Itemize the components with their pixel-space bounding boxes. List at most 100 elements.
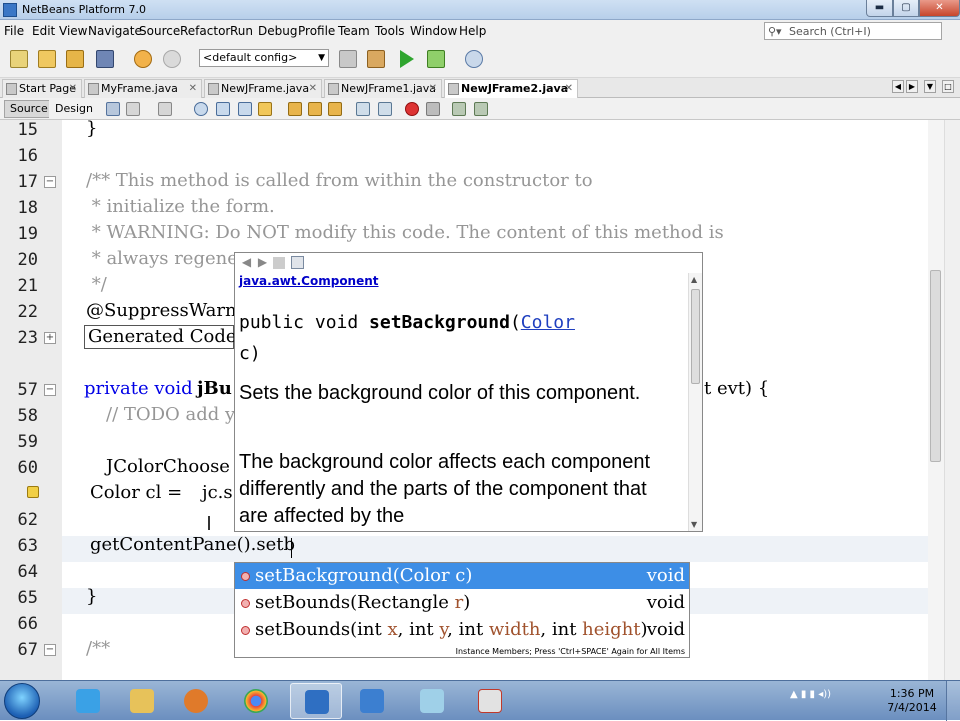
tab-newjframe1[interactable]: NewJFrame1.java ✕ <box>324 79 442 98</box>
back-icon[interactable] <box>126 102 140 116</box>
shift-right-icon[interactable] <box>378 102 392 116</box>
javadoc-class-link[interactable]: java.awt.Component <box>239 274 379 288</box>
completion-item[interactable]: setBounds(Rectangle r) void <box>235 590 689 616</box>
maximize-editor-icon[interactable]: □ <box>942 80 954 93</box>
debug-icon[interactable] <box>427 50 445 68</box>
editor-tab-bar: Start Page ✕ MyFrame.java ✕ NewJFrame.ja… <box>0 78 960 98</box>
uncomment-icon[interactable] <box>474 102 488 116</box>
menu-run[interactable]: Run <box>230 24 253 38</box>
open-project-icon[interactable] <box>66 50 84 68</box>
javadoc-browser-icon[interactable] <box>273 257 285 269</box>
menu-debug[interactable]: Debug <box>258 24 297 38</box>
javadoc-back-icon[interactable]: ◀ <box>239 255 254 270</box>
run-icon[interactable] <box>400 50 414 68</box>
clean-build-icon[interactable] <box>367 50 385 68</box>
completion-item[interactable]: setBounds(int x, int y, int width, int h… <box>235 617 689 643</box>
save-all-icon[interactable] <box>96 50 114 68</box>
close-tab-icon[interactable]: ✕ <box>69 80 77 98</box>
find-icon[interactable] <box>194 102 208 116</box>
tab-newjframe[interactable]: NewJFrame.java ✕ <box>204 79 322 98</box>
menu-window[interactable]: Window <box>410 24 457 38</box>
close-tab-icon[interactable]: ✕ <box>189 80 197 98</box>
menu-view[interactable]: View <box>59 24 87 38</box>
minimize-button[interactable]: ▬ <box>866 0 893 17</box>
tab-scroll-left-icon[interactable]: ◀ <box>892 80 904 93</box>
javadoc-description: The background color affects each compon… <box>239 451 650 527</box>
previous-bookmark-icon[interactable] <box>288 102 302 116</box>
completion-item[interactable]: setBackground(Color c) void <box>235 563 689 589</box>
close-tab-icon[interactable]: ✕ <box>309 80 317 98</box>
design-view-button[interactable]: Design <box>49 100 99 118</box>
config-select[interactable]: <default config> ▼ <box>199 49 329 67</box>
warning-hint-icon[interactable] <box>27 486 39 498</box>
tab-start-page[interactable]: Start Page ✕ <box>2 79 82 98</box>
code-comment: * always regene <box>86 248 238 269</box>
forward-icon[interactable] <box>158 102 172 116</box>
search-input[interactable]: ⚲▾ Search (Ctrl+I) <box>764 22 942 40</box>
next-bookmark-icon[interactable] <box>308 102 322 116</box>
fold-expand-icon[interactable]: + <box>44 332 56 344</box>
profile-icon[interactable] <box>465 50 483 68</box>
taskbar-security[interactable] <box>346 683 398 719</box>
taskbar-java[interactable] <box>464 683 516 719</box>
show-desktop-button[interactable] <box>946 681 960 721</box>
taskbar-netbeans[interactable] <box>290 683 342 719</box>
javadoc-scrollbar[interactable]: ▲ ▼ <box>688 273 702 531</box>
tab-label: NewJFrame.java <box>221 82 310 95</box>
system-tray[interactable]: ▲ ▮ ▮ ◂)) <box>790 689 831 700</box>
build-icon[interactable] <box>339 50 357 68</box>
stop-macro-icon[interactable] <box>426 102 440 116</box>
close-button[interactable]: ✕ <box>919 0 960 17</box>
scrollbar-thumb[interactable] <box>930 270 941 462</box>
scroll-up-icon[interactable]: ▲ <box>691 275 697 284</box>
javadoc-source-icon[interactable] <box>291 256 304 269</box>
fold-collapse-icon[interactable]: − <box>44 384 56 396</box>
record-macro-icon[interactable] <box>405 102 419 116</box>
completion-item-name: setBounds(int x, int y, int width, int h… <box>255 617 648 643</box>
taskbar-ie[interactable] <box>62 683 114 719</box>
tab-myframe[interactable]: MyFrame.java ✕ <box>84 79 202 98</box>
find-previous-icon[interactable] <box>216 102 230 116</box>
maximize-button[interactable]: ▢ <box>893 0 919 17</box>
menu-team[interactable]: Team <box>338 24 370 38</box>
color-type-link[interactable]: Color <box>521 312 575 333</box>
history-icon[interactable] <box>106 102 120 116</box>
menu-navigate[interactable]: Navigate <box>88 24 142 38</box>
find-next-icon[interactable] <box>238 102 252 116</box>
menu-tools[interactable]: Tools <box>375 24 405 38</box>
menu-profile[interactable]: Profile <box>298 24 335 38</box>
toggle-bookmark-icon[interactable] <box>328 102 342 116</box>
close-tab-icon[interactable]: ✕ <box>429 80 437 98</box>
shift-left-icon[interactable] <box>356 102 370 116</box>
menu-source[interactable]: Source <box>139 24 180 38</box>
fold-collapse-icon[interactable]: − <box>44 176 56 188</box>
undo-icon[interactable] <box>134 50 152 68</box>
fold-collapse-icon[interactable]: − <box>44 644 56 656</box>
taskbar-explorer[interactable] <box>116 683 168 719</box>
taskbar-chrome[interactable] <box>230 683 282 719</box>
menu-edit[interactable]: Edit <box>32 24 55 38</box>
menu-help[interactable]: Help <box>459 24 486 38</box>
scroll-down-icon[interactable]: ▼ <box>691 520 697 529</box>
comment-icon[interactable] <box>452 102 466 116</box>
toggle-highlight-icon[interactable] <box>258 102 272 116</box>
menu-refactor[interactable]: Refactor <box>180 24 230 38</box>
javadoc-toolbar: ◀ ▶ <box>239 255 319 271</box>
taskbar-clock[interactable]: 1:36 PM 7/4/2014 <box>884 687 940 715</box>
taskbar-app[interactable] <box>406 683 458 719</box>
tab-newjframe2[interactable]: NewJFrame2.java ✕ <box>444 79 578 98</box>
close-tab-icon[interactable]: ✕ <box>565 80 573 98</box>
new-project-icon[interactable] <box>38 50 56 68</box>
start-button[interactable] <box>4 683 40 719</box>
javadoc-forward-icon[interactable]: ▶ <box>255 255 270 270</box>
scrollbar-thumb[interactable] <box>691 289 700 384</box>
editor-vertical-scrollbar[interactable] <box>928 120 944 680</box>
tab-list-icon[interactable]: ▼ <box>924 80 936 93</box>
completion-param: x <box>387 619 398 640</box>
tab-scroll-right-icon[interactable]: ▶ <box>906 80 918 93</box>
source-view-button[interactable]: Source <box>4 100 54 118</box>
new-file-icon[interactable] <box>10 50 28 68</box>
taskbar-media[interactable] <box>170 683 222 719</box>
menu-file[interactable]: File <box>4 24 24 38</box>
redo-icon[interactable] <box>163 50 181 68</box>
